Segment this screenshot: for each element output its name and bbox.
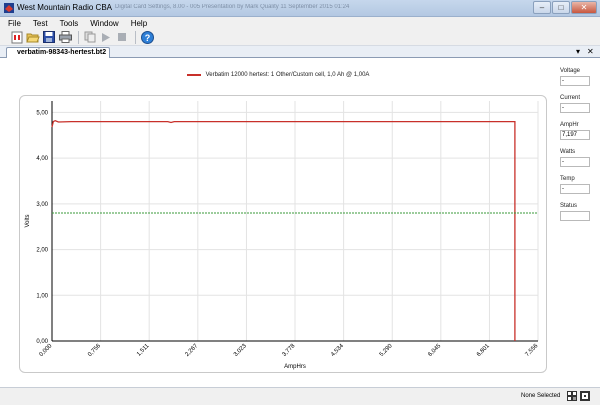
x-tick-label: 3,778 — [282, 343, 297, 358]
x-tick-label: 6,045 — [427, 343, 442, 358]
toolbar-separator — [135, 30, 136, 44]
readout-panel: Voltage - Current - AmpHr 7,197 Watts - … — [556, 58, 600, 387]
stop-button[interactable] — [115, 30, 129, 44]
volts-ampHrs-chart[interactable]: 0,00 1,00 2,00 3,00 4,00 5,00 0,000 0,756 1,511 2… — [20, 96, 548, 374]
status-selection-text: None Selected — [521, 393, 561, 399]
window-title-background-text: Digital Card Settings, 8.00 - 005 Presen… — [115, 4, 350, 10]
watts-label: Watts — [560, 149, 576, 155]
status-bar: None Selected — [0, 387, 600, 405]
close-window-button[interactable]: ✕ — [571, 1, 597, 14]
menu-window[interactable]: Window — [90, 19, 118, 28]
close-tab-button[interactable]: ✕ — [587, 47, 594, 56]
current-value: - — [560, 103, 590, 113]
x-tick-label: 7,556 — [525, 343, 540, 358]
minimize-button[interactable]: – — [533, 1, 551, 14]
new-test-button[interactable] — [10, 30, 24, 44]
save-button[interactable] — [42, 30, 56, 44]
toolbar-separator — [78, 30, 79, 44]
x-tick-label: 0,756 — [87, 343, 102, 358]
copy-icon — [84, 31, 96, 43]
y-tick-label: 3,00 — [36, 202, 48, 208]
chart-frame: 0,00 1,00 2,00 3,00 4,00 5,00 0,000 0,756 1,511 2… — [19, 95, 547, 373]
status-label: Status — [560, 203, 578, 209]
run-button[interactable] — [99, 30, 113, 44]
y-tick-label: 1,00 — [36, 293, 48, 299]
watts-value: - — [560, 157, 590, 167]
device-status-icon[interactable] — [580, 391, 590, 401]
open-button[interactable] — [26, 30, 40, 44]
save-icon — [43, 31, 55, 43]
stop-icon — [118, 33, 126, 41]
document-tab-strip: verbatim-98343-hertest.bt2 ▾ ✕ — [0, 46, 600, 58]
y-tick-label: 2,00 — [36, 248, 48, 254]
menu-file[interactable]: File — [8, 19, 21, 28]
temp-label: Temp — [560, 176, 575, 182]
chart-legend: Verbatim 12000 hertest: 1 Other/Custom c… — [0, 72, 556, 78]
menu-tools[interactable]: Tools — [60, 19, 79, 28]
print-icon — [58, 31, 72, 43]
x-tick-label: 2,267 — [184, 343, 199, 358]
y-tick-label: 5,00 — [36, 110, 48, 116]
tab-verbatim-file[interactable]: verbatim-98343-hertest.bt2 — [6, 47, 110, 58]
x-tick-label: 1,511 — [136, 343, 151, 358]
y-tick-label: 4,00 — [36, 156, 48, 162]
temp-value: - — [560, 184, 590, 194]
x-tick-label: 5,290 — [379, 343, 394, 358]
graph-area: Verbatim 12000 hertest: 1 Other/Custom c… — [0, 58, 600, 387]
toolbar: ? — [0, 29, 600, 46]
maximize-button[interactable]: □ — [552, 1, 570, 14]
tab-list-dropdown[interactable]: ▾ — [576, 47, 580, 56]
menu-bar: File Test Tools Window Help — [0, 17, 600, 29]
new-test-icon — [11, 31, 23, 43]
voltage-value: - — [560, 76, 590, 86]
x-tick-label: 4,534 — [330, 343, 345, 358]
amphr-label: AmpHr — [560, 122, 579, 128]
device-grid-icon[interactable] — [567, 391, 577, 401]
status-value — [560, 211, 590, 221]
x-axis-label: AmpHrs — [284, 364, 306, 370]
svg-text:?: ? — [144, 33, 150, 43]
amphr-value: 7,197 — [560, 130, 590, 140]
x-tick-label: 6,801 — [476, 343, 491, 358]
voltage-label: Voltage — [560, 68, 581, 74]
y-axis-label: Volts — [25, 214, 31, 227]
window-controls: – □ ✕ — [532, 1, 597, 14]
help-icon: ? — [140, 30, 154, 44]
y-tick-label: 0,00 — [36, 339, 48, 345]
window-title: West Mountain Radio CBA — [17, 3, 113, 12]
app-logo-icon — [4, 3, 14, 13]
x-tick-label: 3,023 — [233, 343, 248, 358]
title-bar: West Mountain Radio CBA Digital Card Set… — [0, 0, 600, 17]
print-button[interactable] — [58, 30, 72, 44]
legend-label: Verbatim 12000 hertest: 1 Other/Custom c… — [205, 72, 370, 78]
legend-swatch — [186, 74, 201, 76]
current-label: Current — [560, 95, 581, 101]
discharge-curve-line — [51, 119, 516, 341]
run-icon — [102, 32, 110, 42]
menu-help[interactable]: Help — [131, 19, 147, 28]
x-tick-label: 0,000 — [39, 343, 54, 358]
help-button[interactable]: ? — [140, 30, 154, 44]
open-icon — [26, 33, 40, 43]
copy-button[interactable] — [83, 30, 97, 44]
menu-test[interactable]: Test — [33, 19, 48, 28]
